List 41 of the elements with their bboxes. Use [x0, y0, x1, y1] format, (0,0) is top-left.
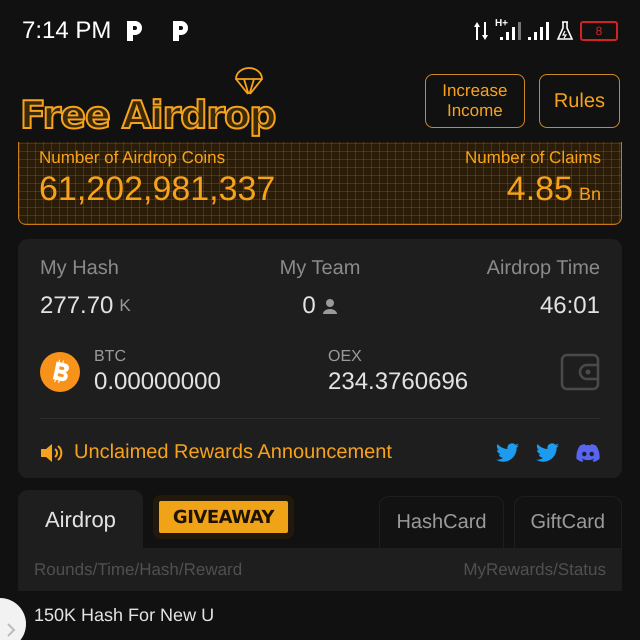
discord-icon[interactable] [576, 444, 600, 462]
flask-icon [556, 21, 574, 41]
data-transfer-icon [472, 20, 489, 42]
speaker-icon [40, 442, 64, 464]
stat-label: My Hash [40, 257, 119, 280]
stat-value: 0 [302, 292, 316, 320]
claims-unit: Bn [578, 184, 601, 204]
stat-value: 46:01 [540, 292, 600, 320]
announcement-link[interactable]: Unclaimed Rewards Announcement [74, 441, 392, 464]
twitter-icon[interactable] [496, 442, 520, 462]
currency-amount: 0.00000000 [94, 368, 221, 396]
claims-value: 4.85 [506, 170, 573, 208]
person-icon [322, 298, 338, 314]
network-type: H+ [494, 18, 508, 28]
parachute-icon [234, 67, 264, 95]
claims-label: Number of Claims [464, 148, 601, 168]
twitter-icon[interactable] [536, 442, 560, 462]
increase-income-button[interactable]: Increase Income [424, 74, 525, 128]
stat-value: 277.70 [40, 292, 114, 320]
tab[interactable]: Airdrop [18, 490, 143, 548]
bitcoin-icon [40, 352, 80, 392]
tab[interactable]: GiftCard [514, 496, 622, 548]
rules-button[interactable]: Rules [538, 74, 620, 128]
coins-label: Number of Airdrop Coins [39, 148, 226, 168]
currency-label: BTC [94, 348, 127, 366]
tab[interactable]: HashCard [379, 496, 504, 548]
stat-label: Airdrop Time [486, 257, 600, 280]
signal-icon [528, 21, 550, 41]
giveaway-tab[interactable]: GIVEAWAY [152, 495, 294, 539]
stat-label: My Team [280, 257, 360, 280]
notification-icon [125, 20, 144, 42]
coins-value: 61,202,981,337 [39, 172, 276, 206]
side-drawer-handle[interactable] [0, 598, 26, 640]
hash-unit: K [119, 296, 131, 316]
clock-time: 7:14 PM [22, 17, 112, 45]
logo-text: Free Airdrop [20, 96, 276, 138]
notification-icon [171, 20, 190, 42]
table-cell: 150K Hash For New U [34, 605, 214, 625]
battery-indicator: 8 [580, 21, 618, 41]
currency-label: OEX [328, 348, 363, 366]
currency-amount: 234.3760696 [328, 368, 468, 396]
